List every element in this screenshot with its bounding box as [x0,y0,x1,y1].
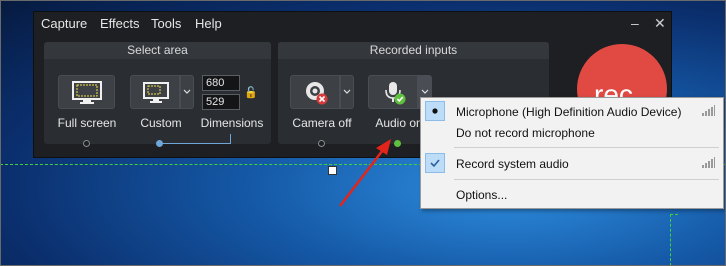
menu-separator [454,179,719,180]
menu-tools[interactable]: Tools [151,16,181,31]
recording-area-corner-guide [670,214,678,215]
select-area-title: Select area [44,42,271,59]
menu-item-label: Options... [456,188,508,202]
menu-effects[interactable]: Effects [100,16,140,31]
camera-dropdown[interactable] [340,75,354,109]
menu-bar: Capture Effects Tools Help – ✕ [34,12,671,34]
selection-track-end [230,134,231,143]
camera-button[interactable] [290,75,340,109]
menu-separator [454,147,719,148]
minimize-button[interactable]: – [631,15,639,31]
monitor-icon [72,81,102,104]
recording-area-resize-handle[interactable] [328,166,337,175]
chevron-down-icon [421,89,429,94]
selected-radio-indicator [425,101,445,121]
selection-track [162,143,231,144]
checked-indicator [425,153,445,173]
menu-item-label: Do not record microphone [456,126,595,140]
audio-level-icon [702,105,715,116]
custom-label: Custom [140,116,182,130]
select-area-panel: Select area Full screen Custom 680 529 � [44,42,271,147]
recorded-inputs-title: Recorded inputs [278,42,549,59]
checkmark-icon [430,159,440,168]
audio-indicator [394,140,401,147]
dimensions-label: Dimensions [200,116,264,130]
width-field[interactable]: 680 [202,75,240,91]
menu-capture[interactable]: Capture [41,16,87,31]
menu-item-microphone[interactable]: Microphone (High Definition Audio Device… [421,101,723,122]
camera-off-label: Camera off [292,116,352,130]
menu-item-label: Record system audio [456,157,569,171]
height-field[interactable]: 529 [202,94,240,110]
lock-aspect-icon[interactable]: 🔓 [244,86,258,99]
full-screen-label: Full screen [57,116,117,130]
full-screen-indicator [83,140,90,147]
chevron-down-icon [343,89,351,94]
chevron-down-icon [183,89,191,94]
close-button[interactable]: ✕ [654,15,666,32]
custom-area-button[interactable] [130,75,180,109]
camera-indicator [318,140,325,147]
recording-area-right-guide [670,214,671,266]
webcam-off-icon [306,82,328,105]
menu-item-label: Microphone (High Definition Audio Device… [456,105,682,119]
radio-dot-icon [432,108,438,114]
menu-item-no-microphone[interactable]: Do not record microphone [421,122,723,143]
full-screen-button[interactable] [58,75,115,109]
audio-button[interactable] [368,75,418,109]
audio-options-menu: Microphone (High Definition Audio Device… [420,97,724,209]
menu-item-options[interactable]: Options... [421,184,723,205]
microphone-on-icon [385,82,406,105]
custom-region-icon [143,82,169,103]
menu-help[interactable]: Help [195,16,222,31]
menu-item-system-audio[interactable]: Record system audio [421,153,723,174]
custom-area-dropdown[interactable] [180,75,194,109]
audio-level-icon [702,157,715,168]
